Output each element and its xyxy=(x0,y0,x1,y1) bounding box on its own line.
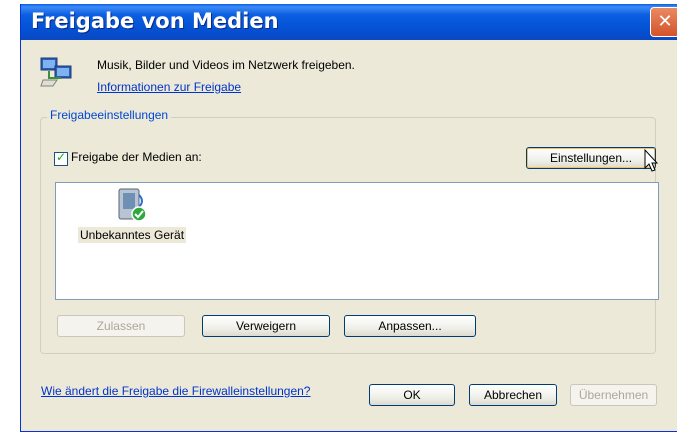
close-button[interactable]: ✕ xyxy=(650,7,677,37)
settings-button[interactable]: Einstellungen... xyxy=(526,147,656,169)
device-list[interactable]: Unbekanntes Gerät xyxy=(55,182,659,300)
ok-button[interactable]: OK xyxy=(369,384,455,406)
share-media-label[interactable]: Freigabe der Medien an: xyxy=(71,150,202,164)
share-media-checkbox[interactable]: ✓ xyxy=(54,150,68,166)
window-title: Freigabe von Medien xyxy=(31,9,279,33)
mouse-cursor-icon xyxy=(644,149,659,172)
cancel-button[interactable]: Abbrechen xyxy=(469,384,557,406)
media-sharing-dialog: Freigabe von Medien ✕ Musik, Bilder und … xyxy=(20,4,677,432)
device-label: Unbekanntes Gerät xyxy=(77,227,187,243)
sharing-info-link[interactable]: Informationen zur Freigabe xyxy=(97,80,241,94)
media-device-icon xyxy=(118,188,147,222)
apply-button[interactable]: Übernehmen xyxy=(570,384,657,406)
customize-button[interactable]: Anpassen... xyxy=(344,315,476,337)
device-item[interactable]: Unbekanntes Gerät xyxy=(76,187,188,243)
checkmark-icon: ✓ xyxy=(56,150,67,164)
network-sharing-icon xyxy=(40,57,72,87)
firewall-info-link[interactable]: Wie ändert die Freigabe die Firewalleins… xyxy=(41,384,310,398)
deny-button[interactable]: Verweigern xyxy=(202,315,330,337)
intro-text: Musik, Bilder und Videos im Netzwerk fre… xyxy=(97,58,355,72)
title-bar[interactable]: Freigabe von Medien ✕ xyxy=(21,4,677,40)
allow-button[interactable]: Zulassen xyxy=(57,315,185,337)
sharing-settings-group-label: Freigabeeinstellungen xyxy=(47,108,172,122)
